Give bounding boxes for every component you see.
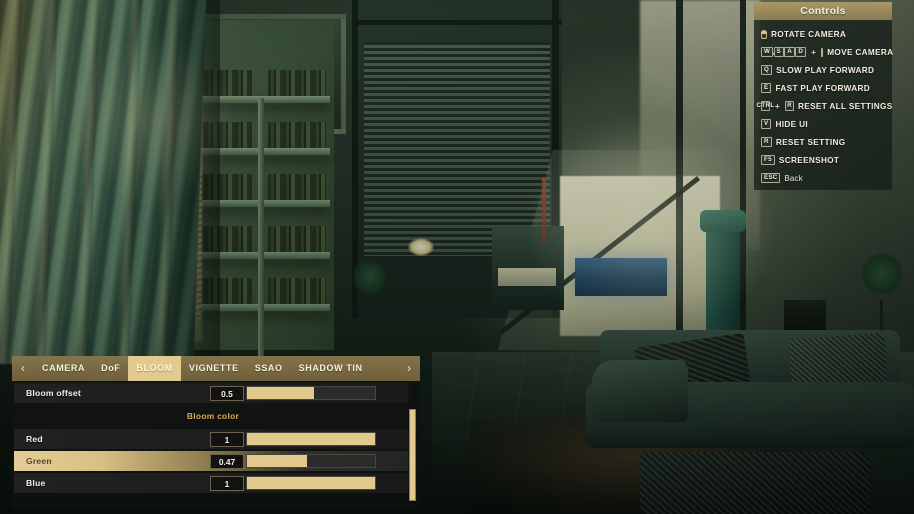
settings-tabbar: ‹ CAMERA DoF BLOOM VIGNETTE SSAO SHADOW …	[12, 356, 420, 381]
curtain-fold	[31, 0, 59, 364]
controls-panel: Controls ROTATE CAMERA W , S , A , D + M…	[754, 2, 893, 190]
ottoman	[640, 452, 870, 514]
setting-label: Green	[26, 456, 52, 466]
tab-camera[interactable]: CAMERA	[34, 356, 93, 381]
control-label: RESET ALL SETTINGS	[798, 101, 893, 111]
control-label: RESET SETTING	[775, 137, 846, 147]
tab-next-arrow[interactable]: ›	[398, 356, 420, 381]
tab-vignette[interactable]: VIGNETTE	[181, 356, 247, 381]
setting-label: Bloom offset	[26, 388, 81, 398]
control-reset-setting: R RESET SETTING	[761, 134, 886, 150]
settings-scrollbar-thumb[interactable]	[409, 409, 416, 501]
window-blinds-right	[364, 42, 550, 256]
curtain-fold	[0, 0, 23, 364]
setting-value-box[interactable]: 0.47	[210, 453, 244, 469]
setting-slider[interactable]	[246, 386, 376, 400]
slider-fill	[247, 455, 308, 467]
key-v: V	[761, 119, 772, 129]
tab-prev-arrow[interactable]: ‹	[12, 356, 34, 381]
curtain-shadow	[150, 0, 220, 368]
slider-fill	[247, 477, 375, 489]
red-pipe	[542, 178, 546, 244]
plus-symbol: +	[775, 101, 781, 111]
key-e: E	[761, 83, 772, 93]
key-ctrl: CTRL	[757, 101, 774, 111]
plus-symbol: +	[811, 47, 817, 57]
mouse-icon	[821, 47, 824, 57]
wasd-key-group: W , S , A , D	[761, 47, 807, 57]
control-label: SCREENSHOT	[778, 155, 840, 165]
potted-plant-center	[346, 255, 394, 335]
shelf-books	[268, 174, 326, 200]
sofa-armrest	[592, 360, 688, 422]
setting-row-bloom-offset[interactable]: Bloom offset 0.5	[14, 383, 412, 403]
key-q: Q	[761, 65, 773, 75]
control-label: HIDE UI	[775, 119, 808, 129]
settings-rows: Bloom offset 0.5 Bloom color Red 1 Green…	[12, 383, 420, 493]
control-rotate-camera: ROTATE CAMERA	[761, 26, 886, 42]
controls-list: ROTATE CAMERA W , S , A , D + MOVE CAMER…	[754, 20, 893, 186]
shelf-books	[268, 226, 326, 252]
setting-row-red[interactable]: Red 1	[14, 429, 412, 449]
control-screenshot: F5 SCREENSHOT	[761, 152, 886, 168]
blue-monitor	[575, 258, 667, 296]
key-d: D	[795, 47, 807, 57]
control-fast-play-forward: E FAST PLAY FORWARD	[761, 80, 886, 96]
control-slow-play-forward: Q SLOW PLAY FORWARD	[761, 62, 886, 78]
control-reset-all-settings: CTRL + R RESET ALL SETTINGS	[757, 98, 892, 114]
shelf-books	[268, 278, 326, 304]
key-r: R	[761, 137, 772, 147]
tab-bloom[interactable]: BLOOM	[128, 356, 181, 381]
shelf-books	[268, 70, 326, 96]
slider-fill	[247, 433, 375, 445]
post-process-settings-panel: ‹ CAMERA DoF BLOOM VIGNETTE SSAO SHADOW …	[12, 356, 420, 508]
mullion-horizontal	[352, 20, 562, 25]
screenshot-root: Controls ROTATE CAMERA W , S , A , D + M…	[0, 0, 914, 514]
mullion-vertical-3	[676, 0, 683, 340]
setting-slider[interactable]	[246, 476, 376, 490]
control-label: MOVE CAMERA	[827, 47, 894, 57]
slider-fill	[247, 387, 314, 399]
setting-label: Red	[26, 434, 43, 444]
setting-row-blue[interactable]: Blue 1	[14, 473, 412, 493]
key-esc: ESC	[761, 173, 781, 183]
key-f5: F5	[761, 155, 775, 165]
setting-value-box[interactable]: 0.5	[210, 385, 244, 401]
control-back: ESC Back	[761, 170, 886, 186]
control-hide-ui: V HIDE UI	[761, 116, 886, 132]
setting-slider[interactable]	[246, 432, 376, 446]
tab-scroll-container: CAMERA DoF BLOOM VIGNETTE SSAO SHADOW TI…	[34, 356, 398, 381]
key-r: R	[785, 101, 795, 111]
control-move-camera: W , S , A , D + MOVE CAMERA	[761, 44, 893, 60]
mullion-vertical-4	[740, 0, 746, 350]
setting-value-box[interactable]: 1	[210, 431, 244, 447]
settings-scrollbar[interactable]	[408, 383, 417, 505]
dark-box	[784, 300, 826, 330]
shelf-divider	[258, 98, 264, 358]
tab-shadow-tint[interactable]: SHADOW TIN	[291, 356, 371, 381]
setting-label: Blue	[26, 478, 46, 488]
desk-lamp-glow	[408, 238, 434, 256]
teal-pillar	[706, 222, 740, 342]
teal-pillar-cap	[700, 210, 746, 232]
tab-dof[interactable]: DoF	[93, 356, 128, 381]
setting-row-green[interactable]: Green 0.47	[14, 451, 412, 471]
setting-value-box[interactable]: 1	[210, 475, 244, 491]
control-label: ROTATE CAMERA	[771, 29, 847, 39]
control-label: Back	[784, 173, 803, 183]
setting-slider[interactable]	[246, 454, 376, 468]
tab-ssao[interactable]: SSAO	[247, 356, 291, 381]
mouse-icon	[761, 29, 767, 39]
controls-panel-title: Controls	[754, 2, 892, 20]
curtain-fold	[73, 0, 101, 364]
control-label: SLOW PLAY FORWARD	[776, 65, 875, 75]
machine-panel	[498, 268, 556, 286]
curtain-fold	[115, 0, 143, 364]
section-header-bloom-color: Bloom color	[14, 405, 412, 427]
shelf-books	[268, 122, 326, 148]
control-label: FAST PLAY FORWARD	[775, 83, 870, 93]
